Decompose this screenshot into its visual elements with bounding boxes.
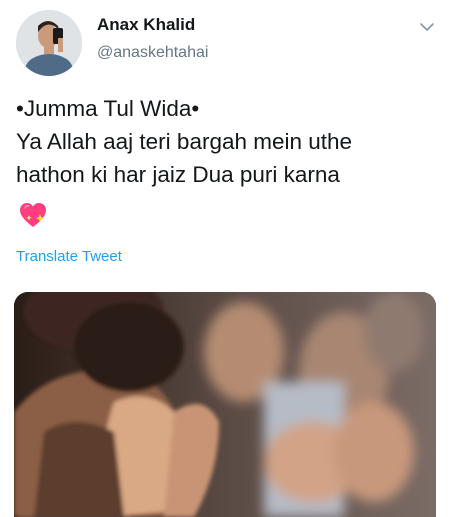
- author-handle[interactable]: @anaskehtahai: [97, 42, 208, 64]
- chevron-down-icon[interactable]: [418, 18, 436, 36]
- avatar-image: [16, 10, 82, 76]
- tweet-card: Anax Khalid @anaskehtahai •Jumma Tul Wid…: [0, 0, 450, 517]
- tweet-media-image[interactable]: [14, 292, 436, 517]
- author-info: Anax Khalid @anaskehtahai: [97, 14, 208, 64]
- sparkling-heart-icon: [18, 200, 48, 230]
- translate-tweet-link[interactable]: Translate Tweet: [16, 248, 122, 265]
- tweet-text: •Jumma Tul Wida• Ya Allah aaj teri barga…: [16, 92, 436, 191]
- author-name[interactable]: Anax Khalid: [97, 14, 208, 36]
- tweet-text-line: •Jumma Tul Wida•: [16, 96, 200, 121]
- tweet-text-line: hathon ki har jaiz Dua puri karna: [16, 162, 340, 187]
- tweet-text-line: Ya Allah aaj teri bargah mein uthe: [16, 129, 353, 154]
- avatar[interactable]: [16, 10, 82, 76]
